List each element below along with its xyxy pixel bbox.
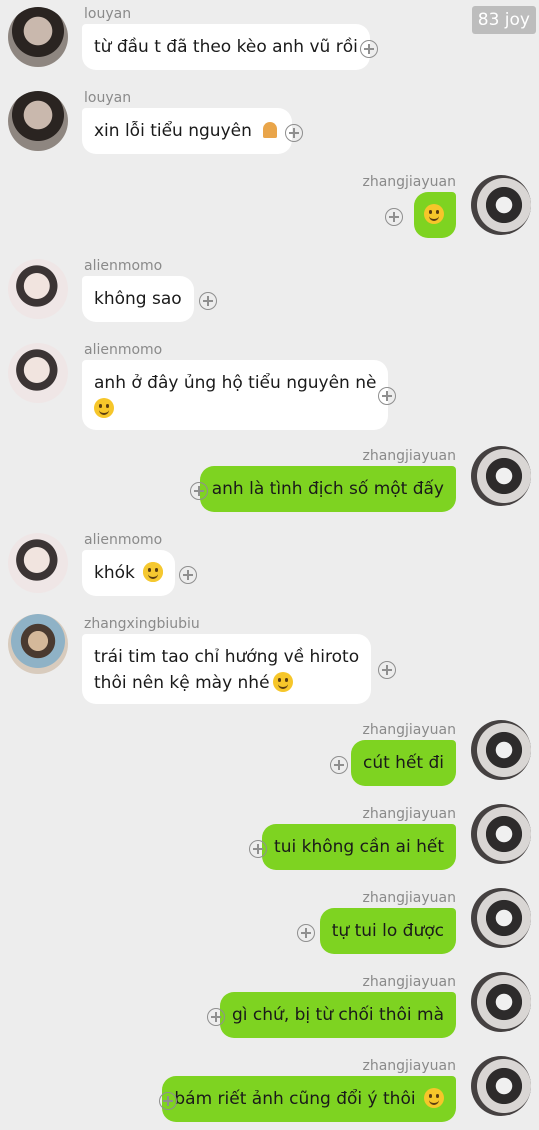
message-bubble[interactable]: không sao [82, 276, 194, 322]
avatar[interactable] [8, 343, 68, 403]
sender-name: zhangjiayuan [362, 890, 456, 906]
sender-name: zhangjiayuan [362, 974, 456, 990]
sender-name: zhangjiayuan [362, 448, 456, 464]
message-text: thôi nên kệ mày nhé [94, 673, 270, 693]
add-reaction-icon[interactable] [159, 1092, 177, 1110]
message-bubble[interactable]: anh ở đây ủng hộ tiểu nguyên nè [82, 360, 389, 430]
smiling-face-emoji [272, 672, 293, 692]
avatar[interactable] [8, 533, 68, 593]
add-reaction-icon[interactable] [360, 40, 378, 58]
chat-message: zhangjiayuan tui không cần ai hết [0, 804, 539, 876]
message-text: anh là tình địch số một đấy [211, 479, 444, 499]
sender-name: zhangjiayuan [362, 1058, 456, 1074]
sender-name: alienmomo [84, 342, 163, 358]
chat-message: zhangjiayuan gì chứ, bị từ chối thôi mà [0, 972, 539, 1044]
chat-message: zhangjiayuan [0, 174, 539, 244]
message-text: từ đầu t đã theo kèo anh vũ rồi [94, 37, 358, 57]
chat-message: zhangjiayuan bám riết ảnh cũng đổi ý thô… [0, 1056, 539, 1128]
message-text: tự tui lo được [331, 921, 444, 941]
message-bubble[interactable]: xin lỗi tiểu nguyên [82, 108, 293, 154]
sender-name: alienmomo [84, 258, 163, 274]
avatar[interactable] [471, 888, 531, 948]
chat-message: alienmomo không sao [0, 258, 539, 328]
sender-name: louyan [84, 90, 132, 106]
chat-message: louyan xin lỗi tiểu nguyên [0, 90, 539, 160]
message-bubble[interactable]: anh là tình địch số một đấy [199, 466, 456, 512]
message-bubble[interactable]: trái tim tao chỉ hướng về hiroto thôi nê… [82, 634, 372, 704]
message-bubble[interactable]: tự tui lo được [319, 908, 456, 954]
message-text: khók [94, 563, 135, 583]
avatar[interactable] [8, 614, 68, 674]
message-bubble[interactable]: tui không cần ai hết [262, 824, 456, 870]
add-reaction-icon[interactable] [330, 756, 348, 774]
avatar[interactable] [471, 972, 531, 1032]
message-text: trái tim tao chỉ hướng về hiroto [94, 647, 360, 667]
add-reaction-icon[interactable] [297, 924, 315, 942]
message-text: xin lỗi tiểu nguyên [94, 121, 252, 141]
add-reaction-icon[interactable] [285, 124, 303, 142]
avatar[interactable] [471, 1056, 531, 1116]
sender-name: zhangxingbiubiu [84, 616, 200, 632]
chat-message: zhangjiayuan anh là tình địch số một đấy [0, 446, 539, 518]
message-text: bám riết ảnh cũng đổi ý thôi [174, 1089, 416, 1109]
add-reaction-icon[interactable] [207, 1008, 225, 1026]
chat-message: alienmomo khók [0, 532, 539, 602]
message-text: không sao [94, 289, 182, 309]
message-text: gì chứ, bị từ chối thôi mà [232, 1005, 444, 1025]
message-bubble[interactable]: bám riết ảnh cũng đổi ý thôi [162, 1076, 456, 1122]
add-reaction-icon[interactable] [385, 208, 403, 226]
message-bubble[interactable] [414, 192, 456, 238]
add-reaction-icon[interactable] [378, 661, 396, 679]
add-reaction-icon[interactable] [179, 566, 197, 584]
message-text: cút hết đi [362, 753, 444, 773]
crying-face-emoji [143, 562, 164, 582]
message-bubble[interactable]: khók [82, 550, 176, 596]
message-bubble[interactable]: gì chứ, bị từ chối thôi mà [220, 992, 456, 1038]
add-reaction-icon[interactable] [378, 387, 396, 405]
grinning-face-emoji [94, 398, 114, 418]
add-reaction-icon[interactable] [190, 482, 208, 500]
chat-message: alienmomo anh ở đây ủng hộ tiểu nguyên n… [0, 342, 539, 432]
message-text: tui không cần ai hết [274, 837, 444, 857]
smiling-face-emoji [424, 204, 444, 224]
avatar[interactable] [471, 175, 531, 235]
chat-message: zhangjiayuan tự tui lo được [0, 888, 539, 960]
avatar[interactable] [471, 446, 531, 506]
add-reaction-icon[interactable] [249, 840, 267, 858]
folded-hands-emoji [260, 120, 280, 140]
avatar[interactable] [8, 7, 68, 67]
smiling-face-emoji [424, 1088, 444, 1108]
add-reaction-icon[interactable] [199, 292, 217, 310]
message-bubble[interactable]: cút hết đi [350, 740, 456, 786]
chat-message: zhangjiayuan cút hết đi [0, 720, 539, 792]
sender-name: alienmomo [84, 532, 163, 548]
sender-name: zhangjiayuan [362, 174, 456, 190]
sender-name: zhangjiayuan [362, 806, 456, 822]
message-text: anh ở đây ủng hộ tiểu nguyên nè [94, 373, 377, 393]
avatar[interactable] [8, 259, 68, 319]
sender-name: louyan [84, 6, 132, 22]
chat-message: zhangxingbiubiu trái tim tao chỉ hướng v… [0, 614, 539, 706]
message-bubble[interactable]: từ đầu t đã theo kèo anh vũ rồi [82, 24, 370, 70]
chat-message: louyan từ đầu t đã theo kèo anh vũ rồi [0, 6, 539, 76]
avatar[interactable] [471, 720, 531, 780]
sender-name: zhangjiayuan [362, 722, 456, 738]
avatar[interactable] [8, 91, 68, 151]
avatar[interactable] [471, 804, 531, 864]
